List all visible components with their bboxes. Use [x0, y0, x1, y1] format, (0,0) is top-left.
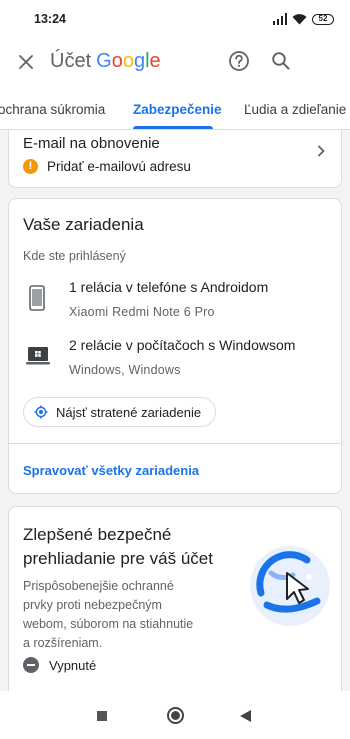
- title-prefix: Účet: [50, 50, 92, 72]
- recovery-email-title: E-mail na obnovenie: [23, 135, 160, 152]
- safe-browsing-status-label: Vypnuté: [49, 657, 97, 673]
- divider: [9, 443, 341, 444]
- recent-apps-icon[interactable]: [97, 711, 107, 721]
- app-title: Účet Google: [50, 50, 161, 73]
- app-bar: Účet Google: [0, 38, 350, 86]
- devices-subheading: Kde ste prihlásený: [23, 249, 126, 263]
- safe-browsing-illustration: [250, 546, 330, 626]
- device-meta: Windows, Windows: [69, 363, 181, 377]
- find-device-button[interactable]: Nájsť stratené zariadenie: [23, 397, 217, 427]
- search-icon: [272, 52, 290, 70]
- devices-card: Vaše zariadenia Kde ste prihlásený 1 rel…: [8, 198, 342, 494]
- battery-icon: 52: [312, 13, 334, 25]
- locate-icon: [34, 405, 48, 419]
- logo-letter: g: [133, 50, 146, 72]
- recovery-email-card[interactable]: E-mail na obnovenie ! Pridať e-mailovú a…: [8, 130, 342, 188]
- device-title[interactable]: 1 relácia v telefóne s Androidom: [69, 279, 268, 295]
- tab-people-sharing[interactable]: Ľudia a zdieľanie: [244, 102, 346, 117]
- chevron-right-icon: [317, 145, 325, 157]
- home-icon[interactable]: [167, 707, 184, 724]
- find-device-label: Nájsť stratené zariadenie: [56, 404, 202, 420]
- system-nav-bar: [0, 691, 350, 739]
- logo-letter: G: [96, 50, 112, 72]
- safe-browsing-status: Vypnuté: [23, 657, 96, 673]
- devices-heading: Vaše zariadenia: [23, 215, 144, 234]
- signal-icon: [273, 13, 287, 25]
- phone-icon: [29, 285, 45, 311]
- content-scroll[interactable]: E-mail na obnovenie ! Pridať e-mailovú a…: [0, 130, 350, 691]
- device-title[interactable]: 2 relácie v počítačoch s Windowsom: [69, 337, 295, 353]
- add-email-row[interactable]: ! Pridať e-mailovú adresu: [23, 159, 191, 174]
- active-tab-indicator: [133, 126, 213, 129]
- status-bar: 13:24 52: [0, 0, 350, 38]
- status-time: 13:24: [34, 12, 66, 26]
- tab-security[interactable]: Zabezpečenie: [133, 102, 222, 117]
- logo-letter: e: [149, 50, 161, 72]
- tab-bar: ochrana súkromia Zabezpečenie Ľudia a zd…: [0, 86, 350, 130]
- back-icon[interactable]: [240, 710, 251, 722]
- tab-privacy[interactable]: ochrana súkromia: [0, 102, 105, 117]
- warning-icon: !: [23, 159, 38, 174]
- safe-browsing-heading: Zlepšené bezpečné prehliadanie pre váš ú…: [23, 525, 213, 568]
- manage-devices-link[interactable]: Spravovať všetky zariadenia: [23, 463, 199, 478]
- laptop-icon: [26, 347, 50, 365]
- off-status-icon: [23, 657, 39, 673]
- search-button[interactable]: [268, 48, 294, 74]
- add-email-label: Pridať e-mailovú adresu: [47, 159, 191, 174]
- status-icons: 52: [273, 11, 334, 27]
- help-icon: [229, 51, 249, 71]
- safe-browsing-card[interactable]: Zlepšené bezpečné prehliadanie pre váš ú…: [8, 506, 342, 691]
- safe-browsing-description: Prispôsobenejšie ochranné prvky proti ne…: [23, 579, 194, 650]
- close-icon: [19, 55, 33, 69]
- google-logo: Google: [96, 50, 161, 73]
- logo-letter: o: [111, 50, 123, 72]
- device-meta: Xiaomi Redmi Note 6 Pro: [69, 305, 215, 319]
- wifi-icon: [292, 14, 307, 25]
- close-button[interactable]: [12, 48, 40, 76]
- help-button[interactable]: [226, 48, 252, 74]
- logo-letter: o: [122, 50, 134, 72]
